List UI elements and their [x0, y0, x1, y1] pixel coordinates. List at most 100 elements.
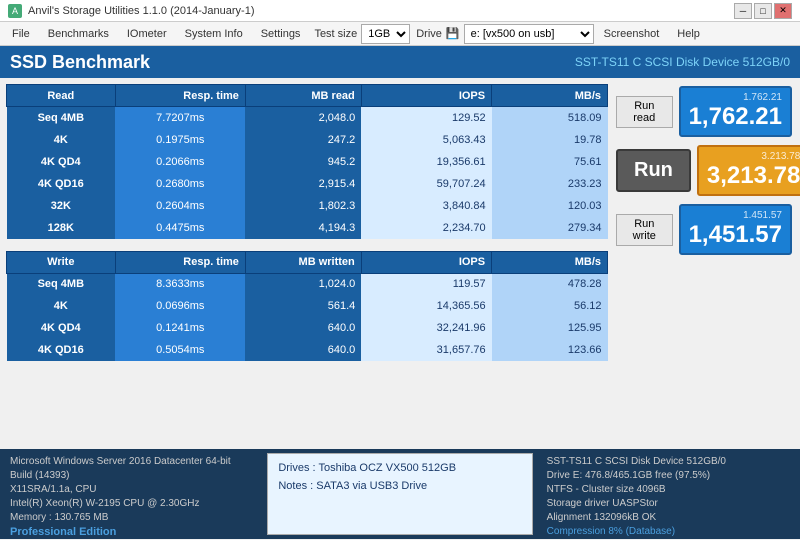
- status-bar: Microsoft Windows Server 2016 Datacenter…: [0, 449, 800, 539]
- disk-line3: NTFS - Cluster size 4096B: [547, 483, 790, 497]
- status-middle: Drives : Toshiba OCZ VX500 512GB Notes :…: [267, 453, 532, 535]
- sys-line4: Memory : 130.765 MB: [10, 511, 253, 525]
- read-cell-2: 1,802.3: [245, 195, 361, 217]
- write-table-row: 4K0.0696ms561.414,365.5656.12: [7, 295, 608, 317]
- write-cell-1: 8.3633ms: [115, 273, 245, 295]
- menu-benchmarks[interactable]: Benchmarks: [40, 25, 117, 43]
- close-button[interactable]: ✕: [774, 3, 792, 19]
- total-score-large: 3,213.78: [707, 162, 800, 190]
- write-cell-0: 4K: [7, 295, 116, 317]
- write-table: Write Resp. time MB written IOPS MB/s Se…: [6, 251, 608, 362]
- col-resp-time: Resp. time: [115, 85, 245, 107]
- sys-line1: Microsoft Windows Server 2016 Datacenter…: [10, 455, 253, 483]
- read-cell-4: 120.03: [492, 195, 608, 217]
- write-cell-2: 640.0: [245, 317, 361, 339]
- menu-systeminfo[interactable]: System Info: [177, 25, 251, 43]
- main-header: SSD Benchmark SST-TS11 C SCSI Disk Devic…: [0, 46, 800, 78]
- read-cell-0: 4K QD4: [7, 151, 116, 173]
- read-cell-0: Seq 4MB: [7, 107, 116, 129]
- read-cell-4: 233.23: [492, 173, 608, 195]
- write-cell-4: 123.66: [492, 339, 608, 361]
- minimize-button[interactable]: ─: [734, 3, 752, 19]
- col-read: Read: [7, 85, 116, 107]
- table-area: Read Resp. time MB read IOPS MB/s Seq 4M…: [6, 84, 608, 361]
- write-table-row: Seq 4MB8.3633ms1,024.0119.57478.28: [7, 273, 608, 295]
- read-cell-0: 4K QD16: [7, 173, 116, 195]
- status-left: Microsoft Windows Server 2016 Datacenter…: [0, 449, 263, 539]
- read-cell-3: 59,707.24: [361, 173, 491, 195]
- drive-select[interactable]: e: [vx500 on usb]: [464, 24, 594, 44]
- write-cell-1: 0.0696ms: [115, 295, 245, 317]
- write-table-row: 4K QD160.5054ms640.031,657.76123.66: [7, 339, 608, 361]
- total-score-small: 3.213.78: [707, 151, 800, 162]
- read-table-row: 4K QD160.2680ms2,915.459,707.24233.23: [7, 173, 608, 195]
- read-score-box: 1.762.21 1,762.21: [679, 86, 792, 137]
- read-cell-2: 2,915.4: [245, 173, 361, 195]
- test-size-group: Test size 1GB: [314, 24, 410, 44]
- read-cell-0: 4K: [7, 129, 116, 151]
- read-cell-3: 129.52: [361, 107, 491, 129]
- run-write-button[interactable]: Run write: [616, 214, 673, 246]
- read-table-row: 32K0.2604ms1,802.33,840.84120.03: [7, 195, 608, 217]
- read-cell-1: 0.2680ms: [115, 173, 245, 195]
- read-cell-4: 518.09: [492, 107, 608, 129]
- run-total-group: Run 3.213.78 3,213.78: [616, 145, 792, 196]
- disk-line2: Drive E: 476.8/465.1GB free (97.5%): [547, 469, 790, 483]
- read-cell-3: 2,234.70: [361, 217, 491, 239]
- read-score-small: 1.762.21: [689, 92, 782, 103]
- window-controls[interactable]: ─ □ ✕: [734, 3, 792, 19]
- write-cell-2: 561.4: [245, 295, 361, 317]
- test-size-select[interactable]: 1GB: [361, 24, 410, 44]
- write-header-row: Write Resp. time MB written IOPS MB/s: [7, 251, 608, 273]
- read-cell-4: 75.61: [492, 151, 608, 173]
- disk-line6: Alignment 132096kB OK: [547, 511, 790, 525]
- menu-settings[interactable]: Settings: [253, 25, 309, 43]
- read-cell-0: 128K: [7, 217, 116, 239]
- write-cell-3: 14,365.56: [361, 295, 491, 317]
- read-cell-1: 0.2066ms: [115, 151, 245, 173]
- screenshot-button[interactable]: Screenshot: [596, 25, 668, 43]
- content-area: Read Resp. time MB read IOPS MB/s Seq 4M…: [0, 78, 800, 367]
- sys-line3: Intel(R) Xeon(R) W-2195 CPU @ 2.30GHz: [10, 497, 253, 511]
- disk-line7: Compression 8% (Database): [547, 525, 790, 539]
- run-button[interactable]: Run: [616, 149, 691, 192]
- help-button[interactable]: Help: [669, 25, 708, 43]
- menu-iometer[interactable]: IOmeter: [119, 25, 175, 43]
- device-title: SST-TS11 C SCSI Disk Device 512GB/0: [575, 55, 790, 69]
- read-cell-2: 2,048.0: [245, 107, 361, 129]
- col-resp-time-w: Resp. time: [115, 251, 245, 273]
- write-cell-3: 119.57: [361, 273, 491, 295]
- read-cell-4: 19.78: [492, 129, 608, 151]
- status-right: SST-TS11 C SCSI Disk Device 512GB/0 Driv…: [537, 449, 800, 539]
- ssd-benchmark-title: SSD Benchmark: [10, 52, 150, 73]
- write-cell-3: 31,657.76: [361, 339, 491, 361]
- write-cell-4: 125.95: [492, 317, 608, 339]
- maximize-button[interactable]: □: [754, 3, 772, 19]
- write-table-row: 4K QD40.1241ms640.032,241.96125.95: [7, 317, 608, 339]
- read-cell-1: 0.1975ms: [115, 129, 245, 151]
- pro-edition: Professional Edition: [10, 525, 253, 540]
- disk-line4: Storage driver UASPStor: [547, 497, 790, 511]
- drive-icon: 💾: [446, 27, 460, 40]
- menu-file[interactable]: File: [4, 25, 38, 43]
- read-table-row: 128K0.4475ms4,194.32,234.70279.34: [7, 217, 608, 239]
- read-cell-2: 945.2: [245, 151, 361, 173]
- notes-info: Notes : SATA3 via USB3 Drive: [278, 478, 521, 496]
- write-cell-4: 478.28: [492, 273, 608, 295]
- drive-label: Drive: [416, 28, 442, 40]
- write-cell-0: Seq 4MB: [7, 273, 116, 295]
- col-mb-written: MB written: [245, 251, 361, 273]
- col-mb-read: MB read: [245, 85, 361, 107]
- right-panel: Run read 1.762.21 1,762.21 Run 3.213.78 …: [614, 84, 794, 361]
- read-table-row: 4K QD40.2066ms945.219,356.6175.61: [7, 151, 608, 173]
- read-table-row: Seq 4MB7.7207ms2,048.0129.52518.09: [7, 107, 608, 129]
- app-icon: A: [8, 4, 22, 18]
- menubar: File Benchmarks IOmeter System Info Sett…: [0, 22, 800, 46]
- write-cell-1: 0.1241ms: [115, 317, 245, 339]
- run-read-button[interactable]: Run read: [616, 96, 673, 128]
- col-mbs-read: MB/s: [492, 85, 608, 107]
- write-score-group: Run write 1.451.57 1,451.57: [616, 204, 792, 255]
- read-score-group: Run read 1.762.21 1,762.21: [616, 86, 792, 137]
- read-cell-3: 3,840.84: [361, 195, 491, 217]
- read-cell-1: 0.2604ms: [115, 195, 245, 217]
